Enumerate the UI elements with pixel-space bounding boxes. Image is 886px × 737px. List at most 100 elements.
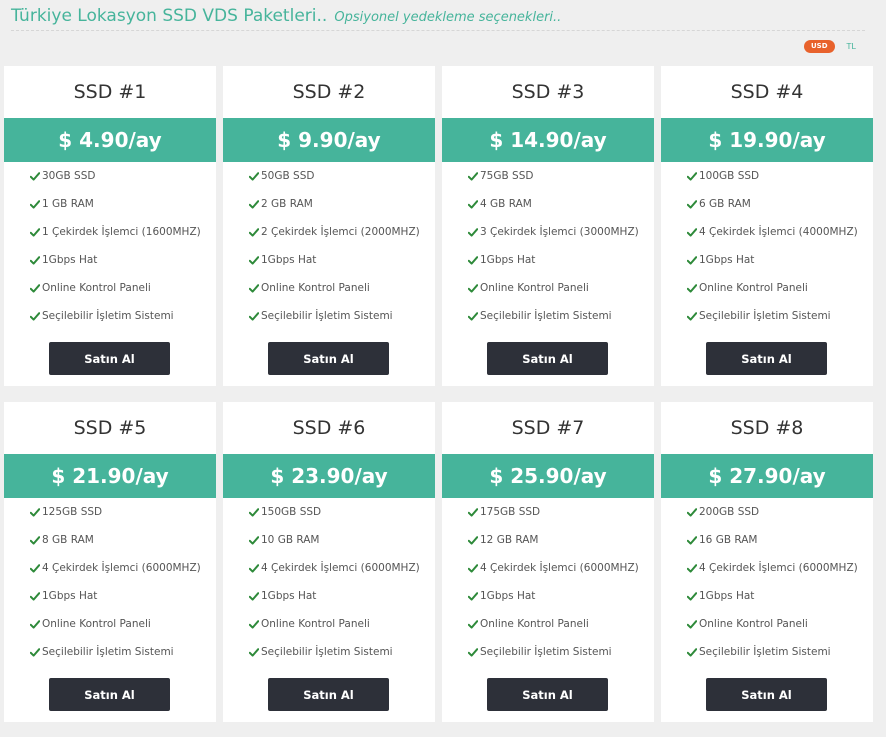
feature-text: 2 Çekirdek İşlemci (2000MHZ)	[261, 226, 420, 238]
feature-item: Seçilebilir İşletim Sistemi	[687, 302, 873, 330]
feature-item: 75GB SSD	[468, 162, 654, 190]
feature-item: Online Kontrol Paneli	[249, 274, 435, 302]
feature-text: Online Kontrol Paneli	[42, 618, 151, 630]
feature-item: 2 Çekirdek İşlemci (2000MHZ)	[249, 218, 435, 246]
plan-name: SSD #8	[730, 417, 804, 439]
check-icon	[687, 591, 699, 601]
plan-name: SSD #1	[73, 81, 147, 103]
feature-item: Seçilebilir İşletim Sistemi	[468, 302, 654, 330]
check-icon	[249, 563, 261, 573]
feature-text: 125GB SSD	[42, 506, 103, 518]
plan-name: SSD #3	[511, 81, 585, 103]
feature-item: Online Kontrol Paneli	[468, 274, 654, 302]
buy-button[interactable]: Satın Al	[268, 678, 389, 711]
feature-text: 4 Çekirdek İşlemci (6000MHZ)	[42, 562, 201, 574]
feature-text: 1Gbps Hat	[699, 590, 755, 602]
page-header: Türkiye Lokasyon SSD VDS Paketleri.. Ops…	[11, 6, 865, 31]
feature-text: Seçilebilir İşletim Sistemi	[480, 310, 612, 322]
feature-item: 4 Çekirdek İşlemci (4000MHZ)	[687, 218, 873, 246]
check-icon	[468, 647, 480, 657]
feature-text: Online Kontrol Paneli	[699, 282, 808, 294]
feature-text: 100GB SSD	[699, 170, 760, 182]
buy-button[interactable]: Satın Al	[268, 342, 389, 375]
check-icon	[249, 647, 261, 657]
check-icon	[468, 591, 480, 601]
check-icon	[468, 311, 480, 321]
check-icon	[468, 535, 480, 545]
plan-card: SSD #3 $ 14.90/ay 75GB SSD 4 GB RAM 3 Çekird…	[442, 66, 654, 386]
feature-text: Online Kontrol Paneli	[42, 282, 151, 294]
feature-item: 200GB SSD	[687, 498, 873, 526]
feature-list: 75GB SSD 4 GB RAM 3 Çekirdek İşlemci (3000…	[442, 162, 654, 330]
plan-price: $ 23.90/ay	[223, 454, 435, 498]
feature-item: 30GB SSD	[30, 162, 216, 190]
feature-text: 30GB SSD	[42, 170, 96, 182]
check-icon	[468, 199, 480, 209]
feature-text: Seçilebilir İşletim Sistemi	[42, 646, 174, 658]
feature-item: 150GB SSD	[249, 498, 435, 526]
feature-item: 4 Çekirdek İşlemci (6000MHZ)	[30, 554, 216, 582]
feature-item: Seçilebilir İşletim Sistemi	[30, 638, 216, 666]
feature-list: 125GB SSD 8 GB RAM 4 Çekirdek İşlemci (600…	[4, 498, 216, 666]
feature-text: Online Kontrol Paneli	[480, 282, 589, 294]
currency-usd-button[interactable]: USD	[804, 40, 835, 53]
feature-text: 4 Çekirdek İşlemci (6000MHZ)	[480, 562, 639, 574]
page-subtitle: Opsiyonel yedekleme seçenekleri..	[334, 10, 562, 25]
buy-button[interactable]: Satın Al	[49, 678, 170, 711]
feature-item: 175GB SSD	[468, 498, 654, 526]
plan-card: SSD #8 $ 27.90/ay 200GB SSD 16 GB RAM 4 Çeki…	[661, 402, 873, 722]
feature-text: Seçilebilir İşletim Sistemi	[42, 310, 174, 322]
feature-text: 50GB SSD	[261, 170, 315, 182]
plan-price: $ 25.90/ay	[442, 454, 654, 498]
buy-button[interactable]: Satın Al	[487, 678, 608, 711]
feature-item: 1Gbps Hat	[249, 582, 435, 610]
currency-switcher: USD TL	[804, 40, 856, 53]
check-icon	[468, 507, 480, 517]
feature-item: 1Gbps Hat	[30, 582, 216, 610]
page-title: Türkiye Lokasyon SSD VDS Paketleri..	[11, 6, 328, 26]
feature-text: 16 GB RAM	[699, 534, 758, 546]
feature-text: 4 Çekirdek İşlemci (6000MHZ)	[261, 562, 420, 574]
feature-text: 175GB SSD	[480, 506, 541, 518]
plan-name: SSD #6	[292, 417, 366, 439]
plan-name: SSD #5	[73, 417, 147, 439]
buy-button[interactable]: Satın Al	[706, 678, 827, 711]
feature-text: 1Gbps Hat	[261, 254, 317, 266]
plans-grid: SSD #1 $ 4.90/ay 30GB SSD 1 GB RAM 1 Çekirde…	[4, 66, 873, 722]
check-icon	[30, 199, 42, 209]
check-icon	[249, 591, 261, 601]
feature-item: 12 GB RAM	[468, 526, 654, 554]
check-icon	[687, 283, 699, 293]
feature-text: 1Gbps Hat	[261, 590, 317, 602]
feature-item: 1Gbps Hat	[249, 246, 435, 274]
check-icon	[687, 171, 699, 181]
feature-item: Online Kontrol Paneli	[687, 610, 873, 638]
check-icon	[687, 227, 699, 237]
feature-text: 4 Çekirdek İşlemci (6000MHZ)	[699, 562, 858, 574]
check-icon	[468, 171, 480, 181]
plan-price: $ 9.90/ay	[223, 118, 435, 162]
feature-item: 1 Çekirdek İşlemci (1600MHZ)	[30, 218, 216, 246]
currency-tl-button[interactable]: TL	[847, 42, 856, 51]
buy-button[interactable]: Satın Al	[487, 342, 608, 375]
feature-list: 150GB SSD 10 GB RAM 4 Çekirdek İşlemci (60…	[223, 498, 435, 666]
check-icon	[30, 255, 42, 265]
feature-item: 10 GB RAM	[249, 526, 435, 554]
check-icon	[30, 535, 42, 545]
buy-button[interactable]: Satın Al	[706, 342, 827, 375]
feature-item: 1Gbps Hat	[687, 246, 873, 274]
check-icon	[687, 507, 699, 517]
feature-list: 100GB SSD 6 GB RAM 4 Çekirdek İşlemci (400…	[661, 162, 873, 330]
feature-text: Online Kontrol Paneli	[261, 282, 370, 294]
buy-button[interactable]: Satın Al	[49, 342, 170, 375]
feature-text: 1Gbps Hat	[42, 254, 98, 266]
feature-text: 4 GB RAM	[480, 198, 532, 210]
feature-text: 1Gbps Hat	[480, 590, 536, 602]
feature-list: 50GB SSD 2 GB RAM 2 Çekirdek İşlemci (2000…	[223, 162, 435, 330]
feature-item: 2 GB RAM	[249, 190, 435, 218]
check-icon	[249, 535, 261, 545]
feature-item: Online Kontrol Paneli	[249, 610, 435, 638]
check-icon	[249, 255, 261, 265]
feature-text: Seçilebilir İşletim Sistemi	[699, 310, 831, 322]
feature-text: 150GB SSD	[261, 506, 322, 518]
